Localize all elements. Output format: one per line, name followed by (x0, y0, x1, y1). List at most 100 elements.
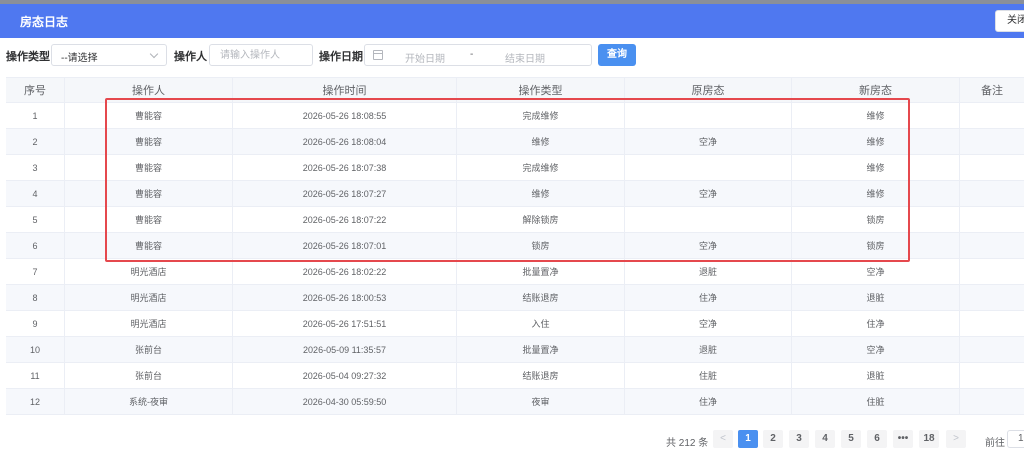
row-index-cell: 4 (6, 181, 65, 206)
log-table: 序号 操作人 操作时间 操作类型 原房态 新房态 备注 1 曹能容 2026-05-… (6, 77, 1024, 415)
operation-type-cell: 批量置净 (457, 259, 625, 284)
calendar-icon (373, 50, 383, 60)
close-button[interactable]: 关闭 (995, 10, 1024, 32)
op-type-value: --请选择 (61, 53, 98, 64)
page-button[interactable]: 18 (919, 430, 939, 448)
table-row: 9 明光酒店 2026-05-26 17:51:51 入住 空净 住净 (6, 311, 1024, 337)
remark-cell (960, 181, 1024, 206)
prev-page-button[interactable]: < (713, 430, 733, 448)
date-range-picker[interactable]: 开始日期 - 结束日期 (364, 44, 592, 66)
row-index-cell: 9 (6, 311, 65, 336)
operation-time-cell: 2026-05-26 18:07:01 (233, 233, 457, 258)
column-header: 序号 (6, 78, 65, 102)
column-header: 操作时间 (233, 78, 457, 102)
new-room-status-cell: 维修 (792, 181, 960, 206)
old-room-status-cell: 住净 (625, 389, 792, 414)
next-page-button[interactable]: > (946, 430, 966, 448)
more-pages-button[interactable]: ••• (893, 430, 913, 448)
operation-type-cell: 维修 (457, 181, 625, 206)
operation-time-cell: 2026-05-09 11:35:57 (233, 337, 457, 362)
operation-time-cell: 2026-05-26 18:08:04 (233, 129, 457, 154)
table-row: 3 曹能容 2026-05-26 18:07:38 完成维修 维修 (6, 155, 1024, 181)
old-room-status-cell: 退脏 (625, 337, 792, 362)
table-row: 10 张前台 2026-05-09 11:35:57 批量置净 退脏 空净 (6, 337, 1024, 363)
operator-input[interactable] (220, 48, 305, 62)
row-index-cell: 2 (6, 129, 65, 154)
operator-cell: 张前台 (65, 337, 233, 362)
goto-page-input[interactable]: 1 (1007, 430, 1024, 448)
operator-cell: 曹能容 (65, 233, 233, 258)
old-room-status-cell (625, 103, 792, 128)
goto-label: 前往 (985, 438, 1005, 449)
operation-type-cell: 完成维修 (457, 103, 625, 128)
remark-cell (960, 129, 1024, 154)
table-row: 1 曹能容 2026-05-26 18:08:55 完成维修 维修 (6, 103, 1024, 129)
remark-cell (960, 337, 1024, 362)
chevron-down-icon (149, 49, 159, 59)
row-index-cell: 3 (6, 155, 65, 180)
new-room-status-cell: 空净 (792, 337, 960, 362)
operation-time-cell: 2026-05-26 18:07:27 (233, 181, 457, 206)
remark-cell (960, 103, 1024, 128)
old-room-status-cell: 住净 (625, 285, 792, 310)
page-button[interactable]: 2 (763, 430, 783, 448)
column-header: 操作人 (65, 78, 233, 102)
new-room-status-cell: 维修 (792, 103, 960, 128)
operator-cell: 曹能容 (65, 129, 233, 154)
query-button[interactable]: 查询 (598, 44, 636, 66)
dialog-header: 房态日志 关闭 (0, 4, 1024, 38)
new-room-status-cell: 住脏 (792, 389, 960, 414)
remark-cell (960, 363, 1024, 388)
operator-cell: 明光酒店 (65, 311, 233, 336)
date-end-input[interactable]: 结束日期 (505, 50, 545, 65)
operator-cell: 曹能容 (65, 155, 233, 180)
page-button[interactable]: 5 (841, 430, 861, 448)
operator-cell: 张前台 (65, 363, 233, 388)
old-room-status-cell (625, 155, 792, 180)
operation-time-cell: 2026-05-04 09:27:32 (233, 363, 457, 388)
operator-label: 操作人 (174, 51, 207, 63)
operation-time-cell: 2026-05-26 18:00:53 (233, 285, 457, 310)
row-index-cell: 10 (6, 337, 65, 362)
column-header: 原房态 (625, 78, 792, 102)
row-index-cell: 1 (6, 103, 65, 128)
table-row: 11 张前台 2026-05-04 09:27:32 结账退房 住脏 退脏 (6, 363, 1024, 389)
op-type-label: 操作类型 (6, 51, 50, 63)
table-row: 8 明光酒店 2026-05-26 18:00:53 结账退房 住净 退脏 (6, 285, 1024, 311)
operation-time-cell: 2026-05-26 18:07:38 (233, 155, 457, 180)
row-index-cell: 6 (6, 233, 65, 258)
old-room-status-cell: 空净 (625, 181, 792, 206)
remark-cell (960, 233, 1024, 258)
operator-cell: 曹能容 (65, 207, 233, 232)
new-room-status-cell: 住净 (792, 311, 960, 336)
op-type-select[interactable]: --请选择 (51, 44, 167, 66)
page-button[interactable]: 4 (815, 430, 835, 448)
operation-type-cell: 结账退房 (457, 285, 625, 310)
operation-time-cell: 2026-05-26 18:02:22 (233, 259, 457, 284)
operation-type-cell: 结账退房 (457, 363, 625, 388)
column-header: 新房态 (792, 78, 960, 102)
table-header-row: 序号 操作人 操作时间 操作类型 原房态 新房态 备注 (6, 78, 1024, 103)
operation-time-cell: 2026-05-26 17:51:51 (233, 311, 457, 336)
operation-type-cell: 解除锁房 (457, 207, 625, 232)
page-button[interactable]: 3 (789, 430, 809, 448)
table-row: 7 明光酒店 2026-05-26 18:02:22 批量置净 退脏 空净 (6, 259, 1024, 285)
table-row: 2 曹能容 2026-05-26 18:08:04 维修 空净 维修 (6, 129, 1024, 155)
old-room-status-cell: 住脏 (625, 363, 792, 388)
old-room-status-cell: 空净 (625, 311, 792, 336)
new-room-status-cell: 维修 (792, 155, 960, 180)
operator-field[interactable] (209, 44, 313, 66)
operation-type-cell: 维修 (457, 129, 625, 154)
new-room-status-cell: 退脏 (792, 363, 960, 388)
new-room-status-cell: 锁房 (792, 207, 960, 232)
page-button[interactable]: 1 (738, 430, 758, 448)
operation-time-cell: 2026-05-26 18:08:55 (233, 103, 457, 128)
row-index-cell: 7 (6, 259, 65, 284)
row-index-cell: 5 (6, 207, 65, 232)
date-start-input[interactable]: 开始日期 (405, 50, 445, 65)
column-header: 操作类型 (457, 78, 625, 102)
old-room-status-cell: 空净 (625, 129, 792, 154)
operator-cell: 明光酒店 (65, 285, 233, 310)
op-date-label: 操作日期 (319, 51, 363, 63)
page-button[interactable]: 6 (867, 430, 887, 448)
